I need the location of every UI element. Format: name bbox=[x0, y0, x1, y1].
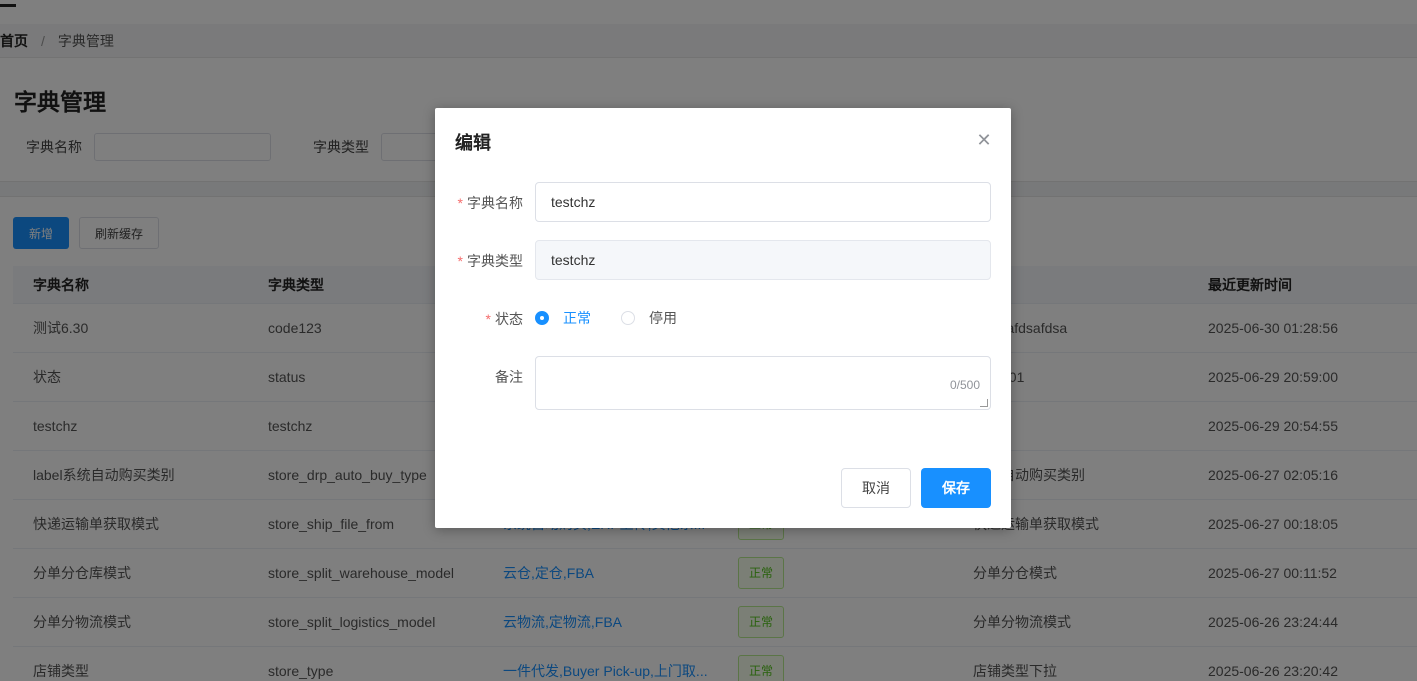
status-radio-group: 正常 停用 bbox=[535, 308, 707, 328]
cancel-button[interactable]: 取消 bbox=[841, 468, 911, 508]
remark-char-counter: 0/500 bbox=[949, 378, 980, 392]
dict-type-field: testchz bbox=[535, 240, 991, 280]
radio-checked-icon[interactable] bbox=[535, 311, 549, 325]
resize-handle-icon[interactable] bbox=[980, 399, 988, 407]
dict-name-label: * 字典名称 bbox=[435, 193, 523, 213]
radio-unchecked-icon[interactable] bbox=[621, 311, 635, 325]
dict-name-field[interactable]: testchz bbox=[535, 182, 991, 222]
required-mark: * bbox=[457, 253, 463, 269]
radio-label[interactable]: 停用 bbox=[649, 308, 677, 328]
dict-type-label: * 字典类型 bbox=[435, 251, 523, 271]
required-mark: * bbox=[457, 195, 463, 211]
edit-dialog: 编辑 ✕ * 字典名称 testchz * 字典类型 testchz * 状态 正常 … bbox=[435, 108, 1011, 528]
remark-label: 备注 bbox=[495, 369, 523, 385]
status-radio-disabled[interactable]: 停用 bbox=[621, 308, 677, 328]
status-label: * 状态 bbox=[435, 309, 523, 329]
required-mark: * bbox=[485, 311, 491, 327]
dict-type-value: testchz bbox=[551, 252, 596, 268]
dialog-title: 编辑 bbox=[455, 133, 491, 153]
status-radio-normal[interactable]: 正常 bbox=[535, 308, 591, 328]
remark-textarea[interactable]: 0/500 bbox=[535, 356, 991, 410]
radio-label[interactable]: 正常 bbox=[563, 308, 591, 328]
save-button[interactable]: 保存 bbox=[921, 468, 991, 508]
dict-name-label-text: 字典名称 bbox=[467, 195, 523, 211]
dict-name-value: testchz bbox=[551, 194, 596, 210]
close-icon[interactable]: ✕ bbox=[975, 131, 993, 149]
status-label-text: 状态 bbox=[495, 311, 523, 327]
dict-type-label-text: 字典类型 bbox=[467, 253, 523, 269]
